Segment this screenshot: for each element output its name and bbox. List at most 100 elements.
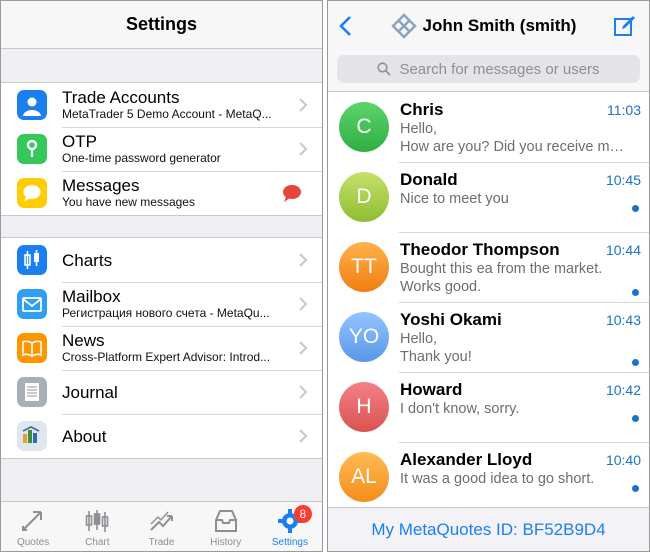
chevron-right-icon — [299, 429, 308, 443]
avatar: TT — [339, 242, 389, 292]
chat-name: Theodor Thompson — [400, 240, 560, 259]
chat-time: 10:45 — [605, 172, 641, 188]
settings-item-charts[interactable]: Charts — [1, 238, 322, 282]
unread-indicator — [632, 415, 639, 422]
search-icon — [377, 62, 392, 76]
settings-item-otp[interactable]: OTP One-time password generator — [1, 127, 322, 171]
unread-indicator — [632, 485, 639, 492]
settings-item-label: Mailbox — [62, 287, 121, 306]
chat-preview-line: Works good. — [400, 279, 482, 295]
avatar: AL — [339, 452, 389, 502]
chevron-right-icon — [299, 341, 308, 355]
chat-name: Howard — [400, 380, 463, 399]
tab-settings[interactable]: Settings 8 — [258, 502, 322, 551]
history-icon — [214, 510, 237, 532]
chat-preview-line: I don't know, sorry. — [400, 401, 520, 417]
tab-history[interactable]: History — [194, 502, 258, 551]
chat-name: Yoshi Okami — [400, 310, 502, 329]
chevron-right-icon — [299, 253, 308, 267]
metaquotes-id-footer[interactable]: My MetaQuotes ID: BF52B9D4 — [328, 507, 649, 551]
settings-item-messages[interactable]: Messages You have new messages — [1, 171, 322, 215]
back-icon[interactable] — [338, 15, 354, 37]
settings-screen: Settings Trade Accounts MetaTrader 5 Dem… — [0, 0, 323, 552]
chat-time: 10:42 — [605, 382, 641, 398]
chat-preview-line: It was a good idea to go short. — [400, 471, 595, 487]
chat-preview-line: Nice to meet you — [400, 191, 509, 207]
envelope-icon — [17, 289, 47, 319]
tab-label: Settings — [271, 537, 308, 548]
chat-screen: John Smith (smith) Search for messages o… — [327, 0, 650, 552]
settings-item-label: OTP — [62, 132, 97, 151]
chat-time: 10:43 — [605, 312, 641, 328]
settings-nav-bar: Settings — [1, 1, 322, 49]
key-icon — [17, 134, 47, 164]
tab-label: Chart — [85, 537, 110, 548]
chat-preview-line: Hello, — [400, 121, 438, 137]
compose-icon[interactable] — [613, 14, 637, 38]
book-icon — [17, 333, 47, 363]
avatar: H — [339, 382, 389, 432]
avatar: C — [339, 102, 389, 152]
settings-item-subtitle: One-time password generator — [62, 151, 221, 165]
unread-indicator — [632, 205, 639, 212]
chevron-right-icon — [299, 142, 308, 156]
tab-label: Trade — [148, 537, 175, 548]
chevron-right-icon — [299, 297, 308, 311]
chat-row[interactable]: D Donald 10:45 Nice to meet you — [328, 162, 649, 232]
unread-indicator — [632, 359, 639, 366]
settings-item-label: About — [62, 426, 107, 446]
chat-row[interactable]: YO Yoshi Okami 10:43 Hello, Thank you! — [328, 302, 649, 372]
new-message-icon — [283, 185, 301, 202]
chat-nav-bar: John Smith (smith) — [328, 1, 649, 51]
tab-quotes[interactable]: Quotes — [1, 502, 65, 551]
chat-name: Alexander Lloyd — [400, 450, 533, 469]
settings-item-subtitle: MetaTrader 5 Demo Account - MetaQ... — [62, 107, 272, 121]
chat-title: John Smith (smith) — [422, 16, 577, 35]
chevron-right-icon — [299, 98, 308, 112]
chart-icon — [85, 510, 109, 532]
search-input[interactable]: Search for messages or users — [337, 55, 640, 83]
quotes-icon — [22, 511, 43, 531]
chat-row[interactable]: H Howard 10:42 I don't know, sorry. — [328, 372, 649, 442]
trade-icon — [149, 511, 173, 531]
chat-preview-line: How are you? Did you receive my e... — [400, 139, 641, 155]
notification-badge: 8 — [293, 505, 312, 523]
chat-preview-line: Hello, — [400, 331, 438, 347]
tab-trade[interactable]: Trade — [129, 502, 193, 551]
chat-preview-line: Thank you! — [400, 349, 472, 365]
settings-item-subtitle: Cross-Platform Expert Advisor: Introd... — [62, 350, 271, 364]
settings-item-label: Charts — [62, 250, 113, 270]
settings-item-mailbox[interactable]: Mailbox Регистрация нового счета - MetaQ… — [1, 282, 322, 326]
unread-indicator — [632, 289, 639, 296]
settings-item-label: Messages — [62, 176, 140, 195]
metaquotes-logo-icon — [390, 13, 417, 39]
journal-icon — [17, 377, 47, 407]
chat-name: Chris — [400, 100, 444, 119]
search-container: Search for messages or users — [328, 51, 649, 92]
settings-item-subtitle: You have new messages — [62, 195, 195, 209]
chat-row[interactable]: C Chris 11:03 Hello, How are you? Did you re… — [328, 92, 649, 162]
metaquotes-id-label: My MetaQuotes ID: BF52B9D4 — [371, 519, 606, 539]
settings-item-label: News — [62, 331, 105, 350]
settings-item-news[interactable]: News Cross-Platform Expert Advisor: Intr… — [1, 326, 322, 370]
tab-chart[interactable]: Chart — [65, 502, 129, 551]
tab-label: History — [210, 537, 242, 548]
chat-row[interactable]: TT Theodor Thompson 10:44 Bought this ea fr… — [328, 232, 649, 302]
settings-item-label: Journal — [62, 382, 118, 402]
chat-time: 10:40 — [605, 452, 641, 468]
settings-item-trade-accounts[interactable]: Trade Accounts MetaTrader 5 Demo Account… — [1, 83, 322, 127]
chat-time: 10:44 — [605, 242, 641, 258]
settings-group-accounts: Trade Accounts MetaTrader 5 Demo Account… — [1, 82, 322, 216]
search-placeholder: Search for messages or users — [399, 60, 600, 78]
chat-name: Donald — [400, 170, 458, 189]
settings-item-about[interactable]: About — [1, 414, 322, 458]
avatar: D — [339, 172, 389, 222]
candles-icon — [17, 245, 47, 275]
settings-group-tools: Charts Mailbox Регистрация нового счета … — [1, 237, 322, 459]
settings-item-label: Trade Accounts — [62, 88, 180, 107]
metatrader-icon — [17, 421, 47, 451]
settings-item-journal[interactable]: Journal — [1, 370, 322, 414]
chat-row[interactable]: AL Alexander Lloyd 10:40 It was a good idea… — [328, 442, 649, 512]
chat-time: 11:03 — [607, 102, 641, 118]
tab-label: Quotes — [16, 537, 50, 548]
